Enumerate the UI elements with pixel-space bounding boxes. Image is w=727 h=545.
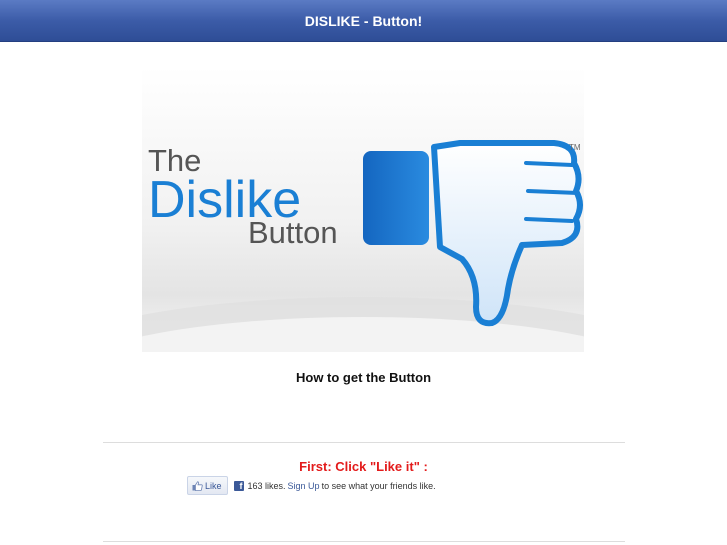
page-title: DISLIKE - Button! [304, 12, 423, 29]
like-button-label: Like [205, 480, 222, 491]
dislike-banner-image: The Dislike Button TM [142, 67, 584, 352]
likes-count: 163 likes. [247, 480, 286, 491]
first-step-instruction: First: Click "Like it" : [299, 459, 428, 474]
friends-like-text: to see what your friends like. [321, 480, 436, 491]
facebook-like-widget: Like f 163 likes. Sign Up to see what yo… [187, 476, 436, 495]
trademark-mark: TM [569, 143, 581, 152]
how-to-heading: How to get the Button [295, 370, 432, 385]
top-header-bar: DISLIKE - Button! [0, 0, 727, 42]
divider-top [103, 442, 625, 443]
signup-link[interactable]: Sign Up [288, 481, 320, 491]
facebook-icon: f [233, 480, 244, 491]
sleeve-cuff-shape [363, 151, 429, 245]
thumbs-up-icon [192, 480, 203, 491]
divider-bottom [103, 541, 625, 542]
facebook-like-button[interactable]: Like [187, 476, 228, 495]
banner-text-button: Button [248, 215, 338, 250]
dislike-logo-graphic: The Dislike Button TM [142, 67, 584, 352]
